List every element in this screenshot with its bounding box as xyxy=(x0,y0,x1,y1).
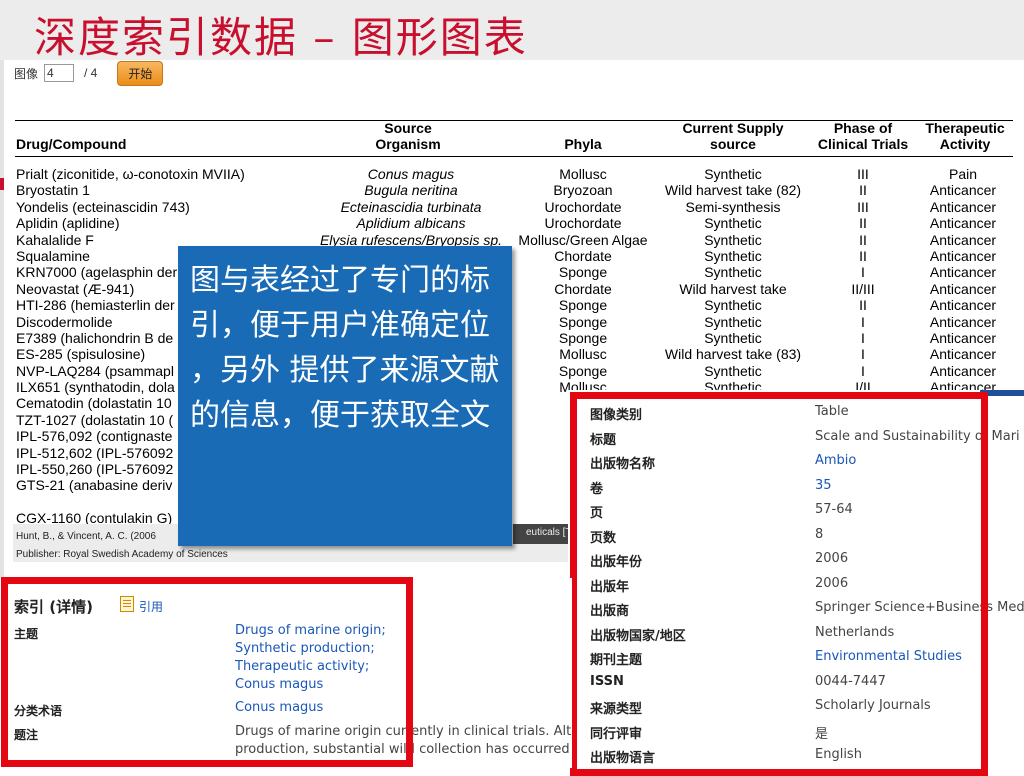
table-row: Yondelis (ecteinascidin 743) Ecteinascidi… xyxy=(13,199,1013,215)
image-label: 图像 xyxy=(14,66,39,81)
cell-supply: Synthetic xyxy=(704,231,762,248)
image-pager: 图像 / 4 开始 xyxy=(14,60,164,86)
cell-supply: Wild harvest take xyxy=(679,280,787,297)
cell-supply: Synthetic xyxy=(704,329,762,346)
cell-phase: I xyxy=(861,329,865,346)
total-pages: / 4 xyxy=(84,66,98,80)
cell-phyla: Sponge xyxy=(558,362,608,379)
cell-phase: II xyxy=(859,231,867,248)
col-phyla-header: Phyla xyxy=(564,136,602,152)
cell-supply: Synthetic xyxy=(704,297,762,314)
citation-publisher: Publisher: Royal Swedish Academy of Scie… xyxy=(16,549,228,560)
table-row: NVP-LAQ284 (psammapl Sponge Synthetic I Anti… xyxy=(13,363,1013,379)
cell-phase: II/III xyxy=(851,280,875,297)
cell-supply: Synthetic xyxy=(704,313,762,330)
cell-activity: Anticancer xyxy=(929,329,997,346)
cell-phyla: Mollusc xyxy=(559,166,607,182)
table-row: HTI-286 (hemiasterlin der Sponge Synthetic… xyxy=(13,297,1013,313)
cell-phyla: Sponge xyxy=(558,264,608,281)
highlight-frame-index xyxy=(1,577,413,767)
table-row: Bryostatin 1 Bugula neritina Bryozoan Wild … xyxy=(13,182,1013,198)
cell-phase: III xyxy=(857,198,869,215)
table-header: Drug/Compound Source Organism Phyla Curre… xyxy=(13,120,1013,154)
cell-supply: Synthetic xyxy=(704,247,762,264)
table-row: Neovastat (Æ-941) Chordate Wild harvest ta… xyxy=(13,281,1013,297)
cell-phyla: Urochordate xyxy=(544,215,622,232)
cell-supply: Synthetic xyxy=(704,166,762,182)
cell-phyla: Chordate xyxy=(554,247,612,264)
col-drug-header: Drug/Compound xyxy=(16,136,127,152)
cell-phase: II xyxy=(859,215,867,232)
cell-organism: Bugula neritina xyxy=(364,182,458,199)
cell-phyla: Urochordate xyxy=(544,198,622,215)
cell-organism: Ecteinascidia turbinata xyxy=(340,198,482,215)
cell-supply: Synthetic xyxy=(704,215,762,232)
cell-activity: Anticancer xyxy=(929,280,997,297)
cell-organism: Conus magus xyxy=(367,166,455,182)
cell-supply: Wild harvest take (82) xyxy=(664,182,802,199)
title-bar: 深度索引数据 – 图形图表 xyxy=(0,0,1024,62)
callout-text: 图与表经过了专门的标引，便于用户准确定位 ，另外 提供了来源文献的信息，便于获取… xyxy=(190,263,500,433)
cell-activity: Anticancer xyxy=(929,313,997,330)
cell-activity: Anticancer xyxy=(929,231,997,248)
cell-phase: II xyxy=(859,247,867,264)
col-supply-header: Current Supply source xyxy=(682,120,784,152)
cell-activity: Anticancer xyxy=(929,264,997,281)
table-row: Aplidin (aplidine) Aplidium albicans Uroch… xyxy=(13,215,1013,231)
cell-phyla: Sponge xyxy=(558,329,608,346)
cell-phyla: Chordate xyxy=(554,280,612,297)
table-row: E7389 (halichondrin B de Sponge Synthetic I… xyxy=(13,330,1013,346)
cell-phyla: Mollusc xyxy=(559,346,607,363)
cell-phase: I xyxy=(861,362,865,379)
left-red-marker xyxy=(0,178,4,190)
cell-activity: Anticancer xyxy=(929,247,997,264)
slide-title: 深度索引数据 – 图形图表 xyxy=(34,13,528,62)
cell-activity: Anticancer xyxy=(929,182,997,199)
cell-phyla: Sponge xyxy=(558,297,608,314)
cell-supply: Synthetic xyxy=(704,264,762,281)
annotation-callout: 图与表经过了专门的标引，便于用户准确定位 ，另外 提供了来源文献的信息，便于获取… xyxy=(178,246,512,546)
cell-phase: II xyxy=(859,182,867,199)
table-row: KRN7000 (agelasphin der Sponge Synthetic I A… xyxy=(13,264,1013,280)
citation-authors: Hunt, B., & Vincent, A. C. (2006 xyxy=(16,531,156,542)
cell-activity: Anticancer xyxy=(929,215,997,232)
col-activity-header: Therapeutic Activity xyxy=(925,120,1005,152)
table-header-rule xyxy=(15,156,1013,157)
table-row: Kahalalide F Elysia rufescens/Bryopsis sp… xyxy=(13,232,1013,248)
col-phase-header: Phase of Clinical Trials xyxy=(817,120,909,152)
cell-activity: Anticancer xyxy=(929,297,997,314)
cell-supply: Wild harvest take (83) xyxy=(664,346,802,363)
cell-activity: Pain xyxy=(948,166,978,182)
table-row: Discodermolide Sponge Synthetic I Anticancer xyxy=(13,314,1013,330)
cell-activity: Anticancer xyxy=(929,198,997,215)
highlight-frame-details xyxy=(570,392,988,776)
cell-activity: Anticancer xyxy=(929,362,997,379)
cell-phase: III xyxy=(857,166,869,182)
col-organism-header: Source Organism xyxy=(375,120,441,152)
cell-phase: I xyxy=(861,346,865,363)
page-number-input[interactable] xyxy=(44,64,75,82)
table-row: Squalamine Chordate Synthetic II Anticancer xyxy=(13,248,1013,264)
cell-phyla: Mollusc/Green Algae xyxy=(518,231,648,248)
start-button[interactable]: 开始 xyxy=(117,60,164,86)
cell-phyla: Bryozoan xyxy=(553,182,613,199)
cell-phase: II xyxy=(859,297,867,314)
cell-organism: Aplidium albicans xyxy=(356,215,466,232)
cell-supply: Synthetic xyxy=(704,362,762,379)
cell-phase: I xyxy=(861,264,865,281)
table-row: ES-285 (spisulosine) Mollusc Wild harvest … xyxy=(13,346,1013,362)
table-row: Prialt (ziconitide, ω-conotoxin MVIIA) Co… xyxy=(13,166,1013,182)
cell-phase: I xyxy=(861,313,865,330)
citation-dark-text: euticals [T xyxy=(526,527,572,538)
cell-activity: Anticancer xyxy=(929,346,997,363)
cell-supply: Semi-synthesis xyxy=(685,198,781,215)
cell-phyla: Sponge xyxy=(558,313,608,330)
